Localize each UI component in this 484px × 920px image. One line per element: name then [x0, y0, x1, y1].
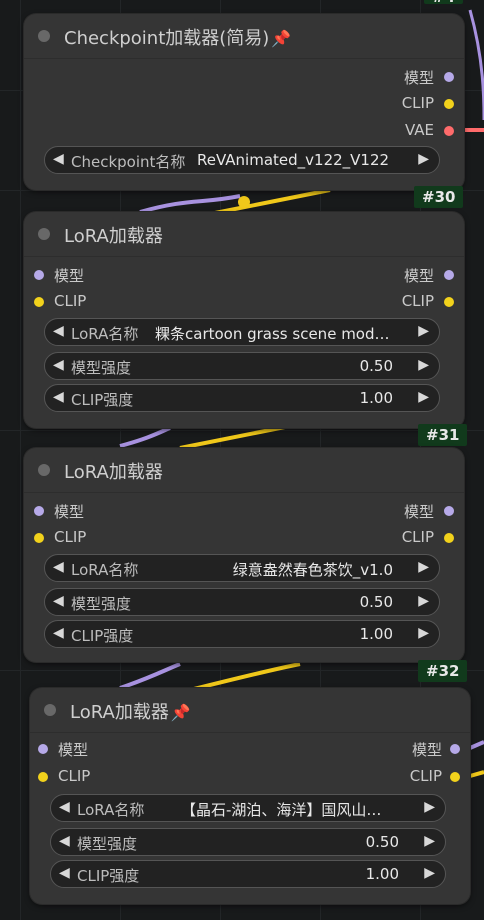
- slot-dot-model[interactable]: [444, 506, 454, 516]
- slot-dot-model[interactable]: [34, 270, 44, 280]
- arrow-right-icon[interactable]: ▶: [424, 833, 435, 849]
- node-header[interactable]: LoRA加载器: [24, 448, 464, 493]
- arrow-left-icon[interactable]: ◀: [53, 323, 64, 339]
- output-slot-vae[interactable]: VAE: [344, 120, 464, 142]
- collapse-dot-icon[interactable]: [38, 228, 50, 240]
- node-header[interactable]: LoRA加载器 📌: [30, 688, 470, 733]
- arrow-right-icon[interactable]: ▶: [418, 559, 429, 575]
- arrow-right-icon[interactable]: ▶: [418, 151, 429, 167]
- arrow-right-icon[interactable]: ▶: [424, 799, 435, 815]
- link-model-out-33: [469, 740, 484, 750]
- output-slot-model[interactable]: 模型: [344, 66, 464, 88]
- slot-dot-clip[interactable]: [34, 297, 44, 307]
- arrow-left-icon[interactable]: ◀: [59, 833, 70, 849]
- pushpin-icon: 📌: [271, 29, 292, 48]
- link-clip-30-31: [209, 188, 331, 216]
- model-strength-number[interactable]: ◀ 模型强度 0.50 ▶: [50, 828, 446, 856]
- link-clip-32-33: [189, 662, 301, 692]
- arrow-left-icon[interactable]: ◀: [53, 625, 64, 641]
- lora-loader-node-2[interactable]: LoRA加载器 模型 CLIP 模型 CLIP ◀ LoRA名称 绿意盎然春色茶…: [24, 448, 464, 662]
- node-title: LoRA加载器: [64, 462, 163, 483]
- output-slot-model[interactable]: 模型: [350, 738, 470, 760]
- arrow-left-icon[interactable]: ◀: [53, 151, 64, 167]
- node-header[interactable]: Checkpoint加载器(简易) 📌: [24, 14, 464, 59]
- input-slot-clip[interactable]: CLIP: [24, 527, 144, 549]
- node-id-badge-top: #4: [424, 0, 464, 6]
- input-slot-model[interactable]: 模型: [30, 738, 150, 760]
- node-id-badge: #31: [418, 424, 468, 446]
- input-slot-model[interactable]: 模型: [24, 264, 144, 286]
- slot-dot-model[interactable]: [444, 72, 454, 82]
- collapse-dot-icon[interactable]: [38, 464, 50, 476]
- clip-strength-number[interactable]: ◀ CLIP强度 1.00 ▶: [50, 860, 446, 888]
- arrow-right-icon[interactable]: ▶: [418, 323, 429, 339]
- link-reroute-dot: [238, 196, 250, 208]
- input-slot-model[interactable]: 模型: [24, 500, 144, 522]
- slot-dot-clip[interactable]: [38, 772, 48, 782]
- link-clip-out-33: [469, 770, 484, 778]
- arrow-left-icon[interactable]: ◀: [53, 559, 64, 575]
- slot-dot-clip[interactable]: [444, 297, 454, 307]
- slot-dot-model[interactable]: [34, 506, 44, 516]
- arrow-left-icon[interactable]: ◀: [59, 799, 70, 815]
- node-id-badge: #32: [418, 660, 468, 682]
- node-id-badge: #30: [414, 186, 464, 208]
- node-title: LoRA加载器 📌: [70, 702, 191, 723]
- arrow-right-icon[interactable]: ▶: [418, 389, 429, 405]
- output-slot-model[interactable]: 模型: [344, 500, 464, 522]
- node-title: LoRA加载器: [64, 226, 163, 247]
- input-slot-clip[interactable]: CLIP: [24, 291, 144, 313]
- output-slot-clip[interactable]: CLIP: [344, 527, 464, 549]
- right-edge-wire: [468, 9, 484, 121]
- output-slot-clip[interactable]: CLIP: [350, 766, 470, 788]
- slot-dot-clip[interactable]: [450, 772, 460, 782]
- clip-strength-number[interactable]: ◀ CLIP强度 1.00 ▶: [44, 620, 440, 648]
- output-slot-clip[interactable]: CLIP: [344, 291, 464, 313]
- pushpin-icon: 📌: [170, 703, 191, 722]
- slot-dot-clip[interactable]: [34, 533, 44, 543]
- model-strength-number[interactable]: ◀ 模型强度 0.50 ▶: [44, 588, 440, 616]
- slot-dot-model[interactable]: [444, 270, 454, 280]
- node-graph-canvas[interactable]: #4 Checkpoint加载器(简易)📌 模型 CLIP VAE ◀ Chec…: [0, 0, 484, 920]
- slot-dot-vae[interactable]: [444, 126, 454, 136]
- slot-dot-clip[interactable]: [444, 99, 454, 109]
- input-slot-clip[interactable]: CLIP: [30, 766, 150, 788]
- lora-loader-node-1[interactable]: LoRA加载器 模型 CLIP 模型 CLIP ◀ LoRA名称 粿条carto…: [24, 212, 464, 428]
- node-title: Checkpoint加载器(简易) 📌: [64, 28, 292, 49]
- slot-dot-model[interactable]: [450, 744, 460, 754]
- slot-dot-clip[interactable]: [444, 533, 454, 543]
- arrow-left-icon[interactable]: ◀: [53, 593, 64, 609]
- checkpoint-name-combo[interactable]: ◀ Checkpoint名称 ReVAnimated_v122_V122 ▶: [44, 146, 440, 174]
- lora-name-combo[interactable]: ◀ LoRA名称 【晶石-湖泊、海洋】国风山… ▶: [50, 794, 446, 822]
- node-header[interactable]: LoRA加载器: [24, 212, 464, 257]
- collapse-dot-icon[interactable]: [44, 704, 56, 716]
- arrow-right-icon[interactable]: ▶: [424, 865, 435, 881]
- output-slot-clip[interactable]: CLIP: [344, 93, 464, 115]
- clip-strength-number[interactable]: ◀ CLIP强度 1.00 ▶: [44, 384, 440, 412]
- arrow-left-icon[interactable]: ◀: [53, 357, 64, 373]
- link-model-32-33: [119, 662, 181, 690]
- arrow-left-icon[interactable]: ◀: [59, 865, 70, 881]
- arrow-right-icon[interactable]: ▶: [418, 625, 429, 641]
- link-model-31-32: [119, 426, 171, 448]
- model-strength-number[interactable]: ◀ 模型强度 0.50 ▶: [44, 352, 440, 380]
- arrow-right-icon[interactable]: ▶: [418, 357, 429, 373]
- arrow-left-icon[interactable]: ◀: [53, 389, 64, 405]
- lora-name-combo[interactable]: ◀ LoRA名称 绿意盎然春色茶饮_v1.0 ▶: [44, 554, 440, 582]
- collapse-dot-icon[interactable]: [38, 30, 50, 42]
- lora-name-combo[interactable]: ◀ LoRA名称 粿条cartoon grass scene mod… ▶: [44, 318, 440, 346]
- arrow-right-icon[interactable]: ▶: [418, 593, 429, 609]
- output-slot-model[interactable]: 模型: [344, 264, 464, 286]
- slot-dot-model[interactable]: [38, 744, 48, 754]
- lora-loader-node-3[interactable]: LoRA加载器 📌 模型 CLIP 模型 CLIP ◀ LoRA名称 【晶石-湖泊…: [30, 688, 470, 904]
- checkpoint-loader-node[interactable]: Checkpoint加载器(简易) 📌 模型 CLIP VAE ◀ Checkpo…: [24, 14, 464, 190]
